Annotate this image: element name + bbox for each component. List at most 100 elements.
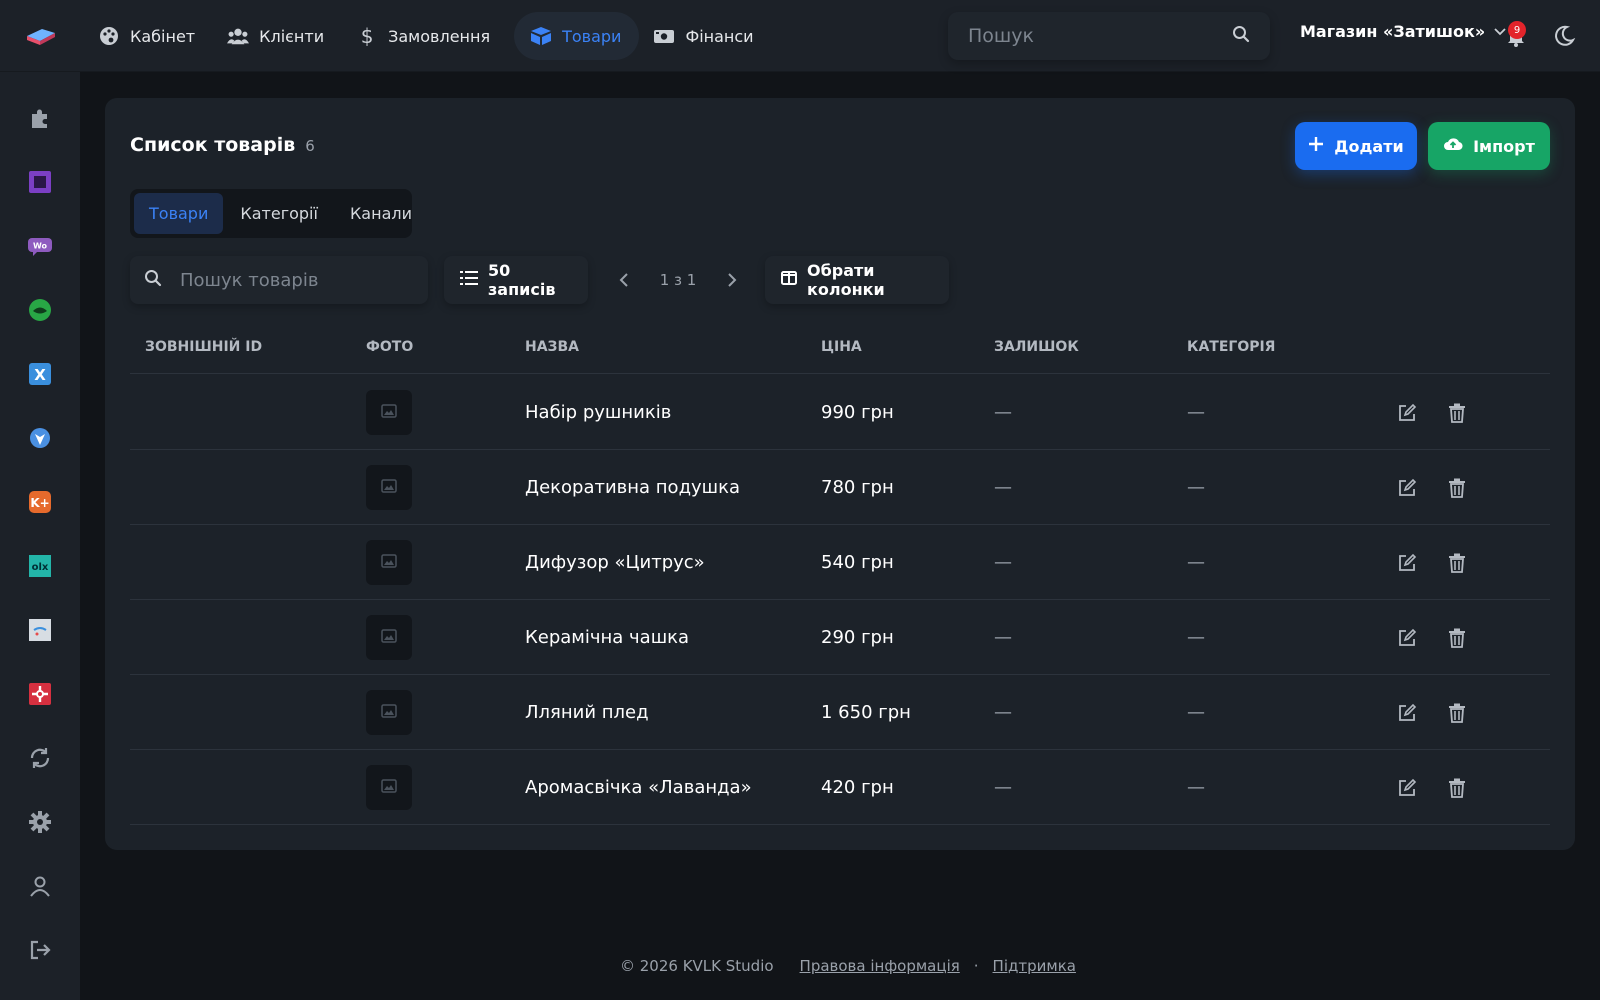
edit-icon[interactable] [1395, 776, 1419, 800]
column-header-price[interactable]: ЦІНА [821, 339, 862, 355]
product-price: 990 грн [821, 402, 894, 423]
edit-icon[interactable] [1395, 701, 1419, 725]
table-row: Керамічна чашка 290 грн — — [130, 600, 1550, 675]
moon-icon[interactable] [1552, 24, 1576, 48]
store-app-icon[interactable] [26, 616, 54, 644]
woo-icon[interactable]: Wo [26, 232, 54, 260]
nav-label: Кабінет [130, 26, 196, 46]
products-search-input[interactable] [180, 269, 414, 291]
page-title-text: Список товарів [130, 134, 296, 156]
search-icon[interactable] [1232, 25, 1250, 47]
table-row: Аромасвічка «Лаванда» 420 грн — — [130, 750, 1550, 825]
gear-icon[interactable] [26, 808, 54, 836]
square-app-icon[interactable] [26, 168, 54, 196]
table-header: ЗОВНІШНІЙ ID ФОТО НАЗВА ЦІНА ЗАЛИШОК КАТ… [130, 324, 1550, 374]
puzzle-icon[interactable] [26, 104, 54, 132]
tab-products[interactable]: Товари [134, 193, 224, 234]
store-switcher[interactable]: Магазин «Затишок» [1300, 22, 1507, 41]
trash-icon[interactable] [1445, 551, 1469, 575]
product-stock: — [994, 402, 1012, 423]
product-name[interactable]: Лляний плед [525, 675, 649, 750]
product-name[interactable]: Декоративна подушка [525, 450, 740, 525]
main-nav: Кабінет Клієнти $ Замовлення Товари Фіна… [90, 12, 772, 60]
sidebar: Wo X K+ olx [0, 72, 80, 1000]
product-name[interactable]: Дифузор «Цитрус» [525, 525, 705, 600]
add-product-button[interactable]: Додати [1295, 122, 1417, 170]
sync-icon[interactable] [26, 744, 54, 772]
column-header-external-id[interactable]: ЗОВНІШНІЙ ID [145, 339, 262, 355]
trash-icon[interactable] [1445, 701, 1469, 725]
products-card: Список товарів 6 Додати Імпорт Товари Ка… [105, 98, 1575, 850]
table-row: Лляний плед 1 650 грн — — [130, 675, 1550, 750]
footer-copyright: © 2026 KVLK Studio [620, 957, 774, 975]
nav-item-orders[interactable]: $ Замовлення [348, 12, 508, 60]
choose-columns-button[interactable]: Обрати колонки [765, 256, 949, 304]
tab-categories[interactable]: Категорії [225, 193, 333, 234]
page-indicator: 1 з 1 [659, 271, 697, 289]
column-header-stock[interactable]: ЗАЛИШОК [994, 339, 1079, 355]
user-icon[interactable] [26, 872, 54, 900]
footer-support-link[interactable]: Підтримка [993, 957, 1076, 975]
logout-icon[interactable] [26, 936, 54, 964]
product-photo [366, 765, 412, 810]
edit-icon[interactable] [1395, 401, 1419, 425]
chevron-right-icon[interactable] [718, 266, 746, 294]
product-photo [366, 540, 412, 585]
products-count: 6 [305, 137, 315, 155]
global-search-input[interactable] [968, 25, 1232, 47]
edit-icon[interactable] [1395, 551, 1419, 575]
add-label: Додати [1334, 136, 1404, 156]
product-category: — [1187, 402, 1205, 423]
import-button[interactable]: Імпорт [1428, 122, 1550, 170]
red-app-icon[interactable] [26, 680, 54, 708]
product-tabs: Товари Категорії Канали [130, 189, 412, 238]
product-category: — [1187, 777, 1205, 798]
nav-label: Замовлення [388, 26, 491, 46]
import-label: Імпорт [1473, 136, 1535, 156]
columns-icon [781, 270, 797, 290]
table-row: Декоративна подушка 780 грн — — [130, 450, 1550, 525]
shield-app-icon[interactable] [26, 424, 54, 452]
column-header-photo[interactable]: ФОТО [366, 339, 413, 355]
tab-channels[interactable]: Канали [335, 193, 427, 234]
plus-icon [1308, 136, 1324, 156]
nav-item-finance[interactable]: Фінанси [645, 12, 771, 60]
product-category: — [1187, 702, 1205, 723]
trash-icon[interactable] [1445, 776, 1469, 800]
product-category: — [1187, 627, 1205, 648]
product-name[interactable]: Набір рушників [525, 375, 671, 450]
nav-item-dashboard[interactable]: Кабінет [90, 12, 213, 60]
dollar-icon: $ [360, 24, 374, 48]
notification-badge: 9 [1508, 21, 1526, 39]
store-name: Магазин «Затишок» [1300, 22, 1486, 41]
product-photo [366, 690, 412, 735]
nav-item-products[interactable]: Товари [514, 12, 640, 60]
product-name[interactable]: Аромасвічка «Лаванда» [525, 750, 752, 825]
column-header-category[interactable]: КАТЕГОРІЯ [1187, 339, 1275, 355]
edit-icon[interactable] [1395, 476, 1419, 500]
trash-icon[interactable] [1445, 476, 1469, 500]
nav-label: Клієнти [259, 26, 325, 46]
k-plus-app-icon[interactable]: K+ [26, 488, 54, 516]
product-price: 290 грн [821, 627, 894, 648]
product-stock: — [994, 552, 1012, 573]
trash-icon[interactable] [1445, 401, 1469, 425]
app-logo[interactable] [24, 24, 58, 48]
nav-item-clients[interactable]: Клієнти [219, 12, 342, 60]
product-name[interactable]: Керамічна чашка [525, 600, 689, 675]
columns-label: Обрати колонки [807, 261, 885, 299]
olx-icon[interactable]: olx [26, 552, 54, 580]
x-app-icon[interactable]: X [26, 360, 54, 388]
product-stock: — [994, 627, 1012, 648]
green-app-icon[interactable] [26, 296, 54, 324]
svg-text:Wo: Wo [33, 242, 48, 251]
column-header-name[interactable]: НАЗВА [525, 339, 579, 355]
trash-icon[interactable] [1445, 626, 1469, 650]
chevron-left-icon[interactable] [610, 266, 638, 294]
records-per-page-button[interactable]: 50 записів [444, 256, 588, 304]
edit-icon[interactable] [1395, 626, 1419, 650]
product-stock: — [994, 777, 1012, 798]
list-ordered-icon [460, 270, 478, 290]
product-stock: — [994, 702, 1012, 723]
footer-legal-link[interactable]: Правова інформація [800, 957, 960, 975]
